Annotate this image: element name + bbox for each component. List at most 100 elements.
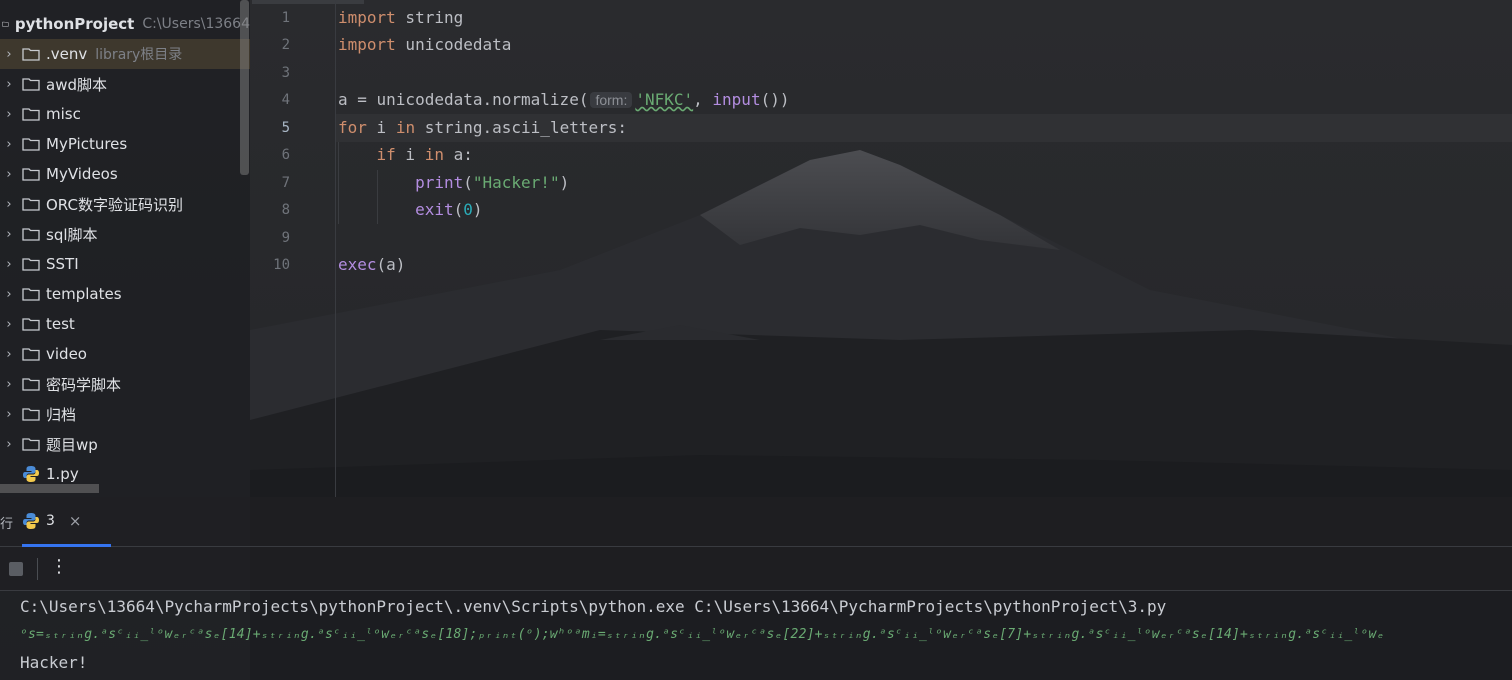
folder-icon: [22, 408, 40, 421]
chevron-right-icon[interactable]: ›: [2, 107, 16, 122]
tree-item-label: ORC数字验证码识别: [46, 195, 183, 214]
python-icon: [23, 512, 39, 529]
tree-item-label: 题目wp: [46, 435, 98, 454]
tree-item[interactable]: › sql脚本: [0, 219, 250, 249]
console-command-line: C:\Users\13664\PycharmProjects\pythonPro…: [20, 597, 1167, 616]
tree-item-note: library根目录: [95, 47, 183, 63]
code-line-6: if i in a:: [376, 145, 473, 164]
run-tool-window: 行 3 × ⋮ C:\Users\13664\PycharmProjects\p…: [0, 497, 1512, 680]
folder-icon: [22, 48, 40, 61]
chevron-right-icon[interactable]: ›: [2, 317, 16, 332]
line-number-gutter: 1 2 3 4 5 6 7 8 9 10: [250, 0, 336, 497]
tree-item[interactable]: › SSTI: [0, 249, 250, 279]
tree-item[interactable]: › 归档: [0, 399, 250, 429]
stop-button[interactable]: [9, 562, 23, 576]
tree-item-label: templates: [46, 285, 122, 303]
folder-icon: [22, 168, 40, 181]
chevron-right-icon[interactable]: ›: [2, 197, 16, 212]
tree-item[interactable]: › misc: [0, 99, 250, 129]
horizontal-scrollbar[interactable]: [0, 484, 99, 493]
folder-icon: [22, 288, 40, 301]
tree-item[interactable]: › 密码学脚本: [0, 369, 250, 399]
tree-item-label: sql脚本: [46, 225, 98, 244]
line-number: 7: [281, 175, 290, 191]
line-number: 4: [281, 92, 290, 108]
console-output[interactable]: C:\Users\13664\PycharmProjects\pythonPro…: [0, 591, 1512, 680]
chevron-right-icon[interactable]: ›: [2, 287, 16, 302]
folder-icon: [22, 438, 40, 451]
chevron-right-icon[interactable]: ›: [2, 257, 16, 272]
tree-item-label: awd脚本: [46, 75, 107, 94]
chevron-right-icon[interactable]: ›: [2, 377, 16, 392]
folder-icon: [22, 108, 40, 121]
code-editor[interactable]: 1 2 3 4 5 6 7 8 9 10 import string import unicode…: [250, 0, 1512, 497]
run-tab-bar: 行 3 ×: [0, 497, 1512, 547]
line-number: 3: [281, 65, 290, 81]
folder-icon: [22, 228, 40, 241]
parameter-hint: form:: [590, 92, 633, 108]
tree-item-label: 密码学脚本: [46, 375, 122, 394]
tree-item-label: video: [46, 345, 87, 363]
chevron-right-icon[interactable]: ›: [2, 137, 16, 152]
tree-item[interactable]: › awd脚本: [0, 69, 250, 99]
python-file-icon: [23, 466, 39, 482]
line-number: 8: [281, 202, 290, 218]
toolbar-separator: [37, 558, 38, 580]
line-number: 6: [281, 147, 290, 163]
tree-item[interactable]: › ORC数字验证码识别: [0, 189, 250, 219]
code-line-2: import unicodedata: [338, 35, 512, 54]
tree-item-label: test: [46, 315, 75, 333]
chevron-right-icon[interactable]: ›: [2, 407, 16, 422]
code-line-4: a = unicodedata.normalize(form: 'NFKC', i…: [338, 90, 790, 109]
folder-icon: [22, 378, 40, 391]
tree-item[interactable]: › MyPictures: [0, 129, 250, 159]
run-tab-3[interactable]: 3 ×: [22, 497, 111, 547]
chevron-right-icon[interactable]: ›: [2, 347, 16, 362]
more-options-icon[interactable]: ⋮: [50, 556, 68, 577]
tree-item[interactable]: › video: [0, 339, 250, 369]
folder-icon: [22, 138, 40, 151]
line-number: 2: [281, 37, 290, 53]
project-root-name: pythonProject: [14, 15, 135, 33]
tree-item-label: SSTI: [46, 255, 79, 273]
console-input-echo: ᵒs=ₛₜᵣᵢₙg.ᵃsᶜᵢᵢ_ˡᵒwₑᵣᶜᵃsₑ[14]+ₛₜᵣᵢₙg.ᵃsᶜ…: [20, 627, 1385, 642]
tree-item[interactable]: › templates: [0, 279, 250, 309]
chevron-right-icon[interactable]: ›: [2, 77, 16, 92]
folder-icon: [22, 198, 40, 211]
tree-item-label: misc: [46, 105, 81, 123]
console-output-line: Hacker!: [20, 653, 88, 672]
code-line-5: for i in string.ascii_letters:: [338, 118, 627, 137]
chevron-right-icon[interactable]: ›: [2, 437, 16, 452]
line-number: 10: [273, 257, 290, 273]
tree-item-label: 归档: [46, 405, 77, 424]
tree-item[interactable]: › test: [0, 309, 250, 339]
tree-item[interactable]: › .venv library根目录: [0, 39, 250, 69]
chevron-right-icon[interactable]: ›: [2, 227, 16, 242]
tree-item-label: .venv: [46, 45, 88, 63]
folder-icon: [2, 21, 9, 27]
line-number: 5: [281, 120, 290, 136]
line-number: 9: [281, 230, 290, 246]
close-icon[interactable]: ×: [69, 512, 82, 530]
chevron-right-icon[interactable]: ›: [2, 47, 16, 62]
tree-item-label: MyPictures: [46, 135, 128, 153]
run-label-truncated: 行: [0, 517, 14, 532]
line-number: 1: [281, 10, 290, 26]
tree-item-label: 1.py: [46, 465, 79, 483]
tree-item-label: MyVideos: [46, 165, 118, 183]
tree-item[interactable]: › 题目wp: [0, 429, 250, 459]
code-line-1: import string: [338, 8, 464, 27]
project-root-path: C:\Users\13664: [142, 16, 250, 32]
folder-icon: [22, 258, 40, 271]
folder-icon: [22, 78, 40, 91]
tree-item[interactable]: › MyVideos: [0, 159, 250, 189]
folder-icon: [22, 318, 40, 331]
code-line-7: print("Hacker!"): [415, 173, 570, 192]
vertical-scrollbar[interactable]: [240, 0, 249, 175]
project-tree-panel: pythonProject C:\Users\13664 › .venv libra…: [0, 0, 250, 497]
run-toolbar: ⋮: [0, 547, 1512, 591]
chevron-right-icon[interactable]: ›: [2, 167, 16, 182]
folder-icon: [22, 348, 40, 361]
project-root[interactable]: pythonProject C:\Users\13664: [0, 9, 250, 39]
run-tab-label: 3: [46, 512, 55, 529]
